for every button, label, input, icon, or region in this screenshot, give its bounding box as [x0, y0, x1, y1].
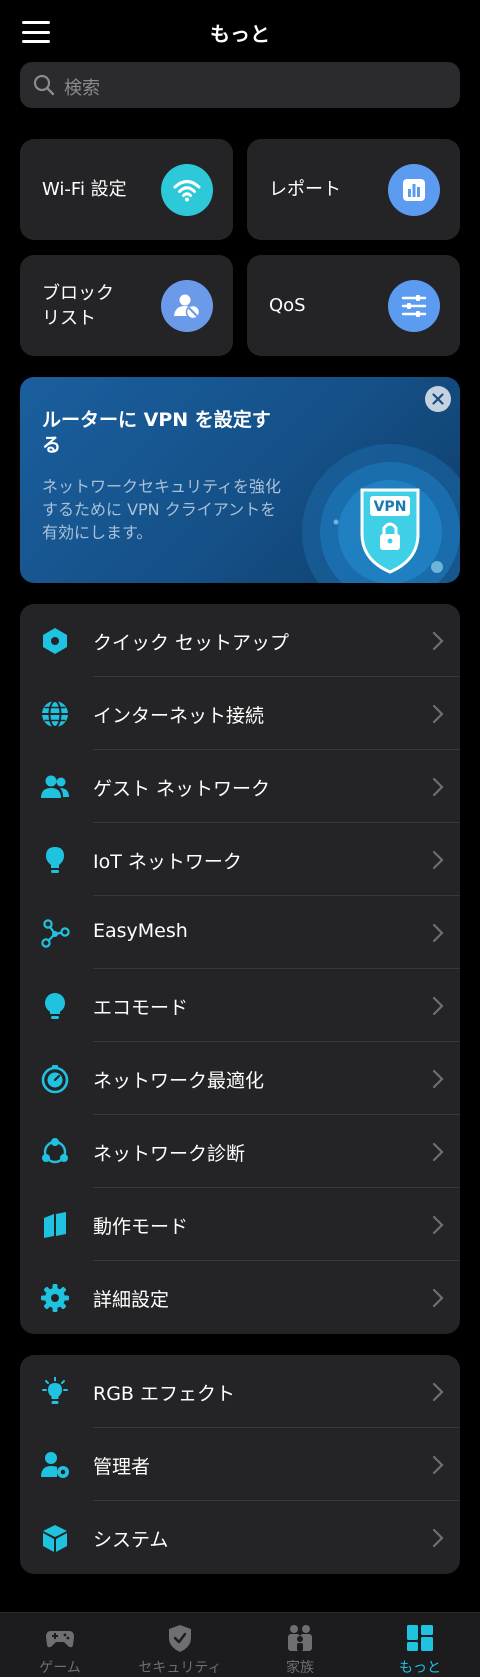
list-item-rgb-effect[interactable]: RGB エフェクト: [20, 1355, 460, 1428]
tile-qos[interactable]: QoS: [247, 255, 460, 356]
tile-label: QoS: [269, 295, 306, 316]
iot-bulb-icon: [46, 847, 64, 873]
header: もっと: [0, 0, 480, 62]
more-grid-icon: [407, 1625, 433, 1651]
chevron-right-icon: [432, 1288, 444, 1308]
chevron-right-icon: [432, 1382, 444, 1402]
list-item-label: ゲスト ネットワーク: [93, 778, 271, 800]
list-item-label: IoT ネットワーク: [93, 851, 242, 873]
tab-label: セキュリティ: [138, 1660, 222, 1676]
list-item-network-diagnosis[interactable]: ネットワーク診断: [20, 1115, 460, 1188]
diagnosis-icon: [42, 1138, 68, 1164]
list-item-label: 詳細設定: [93, 1289, 170, 1311]
tab-family[interactable]: 家族: [240, 1613, 360, 1677]
shield-icon: [169, 1625, 191, 1652]
list-item-label: クイック セットアップ: [93, 632, 290, 654]
chevron-right-icon: [432, 704, 444, 724]
list-item-advanced-settings[interactable]: 詳細設定: [20, 1261, 460, 1334]
page-title: もっと: [210, 22, 270, 46]
list-item-system[interactable]: システム: [20, 1501, 460, 1574]
search-bar[interactable]: 検索: [20, 62, 460, 108]
list-item-administrator[interactable]: 管理者: [20, 1428, 460, 1501]
list-item-eco-mode[interactable]: エコモード: [20, 969, 460, 1042]
list-item-label: ネットワーク最適化: [93, 1070, 265, 1092]
chevron-right-icon: [432, 923, 444, 943]
chevron-right-icon: [432, 631, 444, 651]
tab-label: 家族: [286, 1660, 314, 1676]
gamepad-icon: [46, 1631, 74, 1648]
list-item-iot-network[interactable]: IoT ネットワーク: [20, 823, 460, 896]
bottom-tab-bar: ゲーム セキュリティ 家族 もっと: [0, 1612, 480, 1677]
tile-block-list[interactable]: ブロック リスト: [20, 255, 233, 356]
vpn-shield-illustration: VPN: [302, 444, 460, 583]
vpn-badge-text: VPN: [374, 499, 407, 515]
admin-user-icon: [41, 1452, 69, 1478]
list-item-label: ネットワーク診断: [93, 1143, 246, 1165]
list-item-network-optimization[interactable]: ネットワーク最適化: [20, 1042, 460, 1115]
chevron-right-icon: [432, 850, 444, 870]
tab-label: もっと: [399, 1660, 441, 1676]
settings-list-system: RGB エフェクト 管理者 システム: [20, 1355, 460, 1574]
mesh-nodes-icon: [41, 919, 70, 948]
hexagon-setup-icon: [43, 628, 67, 654]
list-item-label: 動作モード: [93, 1216, 189, 1238]
rgb-bulb-icon: [42, 1377, 68, 1404]
list-item-operation-mode[interactable]: 動作モード: [20, 1188, 460, 1261]
chevron-right-icon: [432, 996, 444, 1016]
tab-label: ゲーム: [39, 1660, 81, 1676]
search-icon: [33, 74, 55, 96]
chevron-right-icon: [432, 1455, 444, 1475]
chevron-right-icon: [432, 1069, 444, 1089]
tab-game[interactable]: ゲーム: [0, 1613, 120, 1677]
list-item-label: システム: [93, 1529, 169, 1551]
list-item-label: エコモード: [93, 997, 189, 1019]
vpn-banner-description: ネットワークセキュリティを強化するために VPN クライアントを有効にします。: [42, 477, 282, 542]
chevron-right-icon: [432, 777, 444, 797]
tile-wifi-settings[interactable]: Wi-Fi 設定: [20, 139, 233, 240]
tile-label: レポート: [269, 179, 341, 200]
list-item-internet[interactable]: インターネット接続: [20, 677, 460, 750]
tab-security[interactable]: セキュリティ: [120, 1613, 240, 1677]
list-item-label: EasyMesh: [93, 920, 188, 942]
optimize-gauge-icon: [41, 1065, 69, 1094]
close-icon[interactable]: [425, 386, 451, 412]
tab-more[interactable]: もっと: [360, 1613, 480, 1677]
tile-label: Wi-Fi 設定: [42, 179, 127, 200]
list-item-guest-network[interactable]: ゲスト ネットワーク: [20, 750, 460, 823]
wifi-icon: [161, 164, 213, 216]
block-user-icon: [161, 280, 213, 332]
chevron-right-icon: [432, 1528, 444, 1548]
globe-icon: [42, 700, 68, 728]
list-item-label: 管理者: [93, 1456, 151, 1478]
list-item-label: インターネット接続: [93, 705, 265, 727]
chevron-right-icon: [432, 1215, 444, 1235]
list-item-quick-setup[interactable]: クイック セットアップ: [20, 604, 460, 677]
operation-mode-icon: [44, 1212, 66, 1238]
report-chart-icon: [388, 164, 440, 216]
sliders-icon: [388, 280, 440, 332]
family-icon: [288, 1625, 312, 1651]
list-item-label: RGB エフェクト: [93, 1383, 235, 1405]
guest-users-icon: [41, 775, 69, 798]
list-item-easymesh[interactable]: EasyMesh: [20, 896, 460, 969]
search-input[interactable]: 検索: [64, 74, 100, 100]
gear-icon: [41, 1284, 69, 1312]
vpn-banner-title: ルーターに VPN を設定する: [42, 409, 271, 456]
settings-list-main: クイック セットアップ インターネット接続 ゲスト ネットワーク IoT ネット…: [20, 604, 460, 1334]
system-cube-icon: [43, 1525, 67, 1552]
chevron-right-icon: [432, 1142, 444, 1162]
tile-label: ブロック リスト: [42, 283, 114, 329]
tile-report[interactable]: レポート: [247, 139, 460, 240]
eco-bulb-icon: [45, 993, 65, 1019]
vpn-promo-banner[interactable]: ルーターに VPN を設定する ネットワークセキュリティを強化するために VPN…: [20, 377, 460, 583]
